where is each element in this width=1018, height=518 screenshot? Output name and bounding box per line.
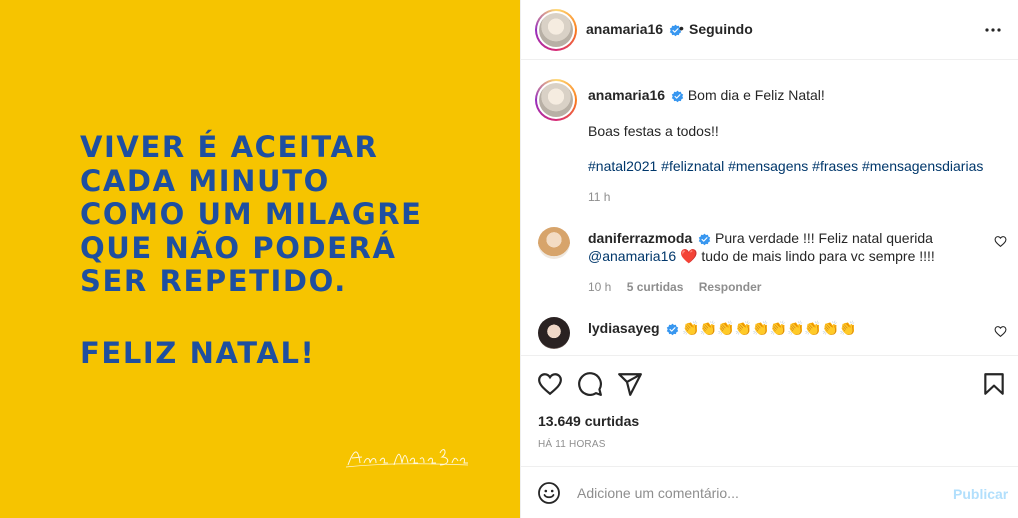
caption-line-2: Boas festas a todos!! xyxy=(588,123,719,139)
comment-body: Pura verdade !!! Feliz natal querida xyxy=(715,230,933,246)
publish-button[interactable]: Publicar xyxy=(953,486,1008,502)
comment-username[interactable]: daniferrazmoda xyxy=(588,230,692,246)
share-paper-plane-icon[interactable] xyxy=(617,371,643,397)
comment-avatar[interactable] xyxy=(538,227,570,259)
comment-likes[interactable]: 5 curtidas xyxy=(627,280,684,294)
caption-timestamp[interactable]: 11 h xyxy=(588,190,610,204)
comment-timestamp[interactable]: 10 h xyxy=(588,280,611,294)
post-actions: 13.649 curtidas HÁ 11 HORAS xyxy=(521,357,1018,467)
post-side-panel: anamaria16 • Seguindo anamaria16 Bom dia… xyxy=(520,0,1018,518)
caption-hashtags[interactable]: #natal2021 #feliznatal #mensagens #frase… xyxy=(588,157,998,175)
verified-badge-icon xyxy=(671,90,684,102)
likes-count[interactable]: 13.649 curtidas xyxy=(538,413,639,429)
comment-like-heart-icon[interactable] xyxy=(994,235,1007,248)
greeting-text: FELIZ NATAL! xyxy=(80,336,316,370)
comment-bubble-icon[interactable] xyxy=(577,371,603,397)
clapping-emojis: 👏👏👏👏👏👏👏👏👏👏 xyxy=(682,320,857,336)
quote-line: QUE NÃO PODERÁ xyxy=(80,230,397,265)
comment-text: lydiasayeg 👏👏👏👏👏👏👏👏👏👏 xyxy=(588,319,988,337)
red-heart-emoji: ❤️ xyxy=(680,248,698,264)
add-comment-bar: Publicar xyxy=(521,468,1018,518)
comment-meta: 10 h 5 curtidas Responder xyxy=(588,280,773,294)
quote-line: COMO UM MILAGRE xyxy=(80,197,423,231)
post-time-ago[interactable]: HÁ 11 HORAS xyxy=(538,439,606,450)
quote-line: CADA MINUTO xyxy=(80,163,330,198)
caption-avatar[interactable] xyxy=(535,79,577,121)
save-bookmark-icon[interactable] xyxy=(981,371,1007,397)
reply-button[interactable]: Responder xyxy=(699,280,762,294)
quote-text: VIVER É ACEITAR CADA MINUTO COMO UM MILA… xyxy=(80,130,423,299)
quote-line: VIVER É ACEITAR xyxy=(80,130,379,164)
verified-badge-icon xyxy=(698,233,711,245)
separator-dot: • xyxy=(679,20,684,36)
comment-avatar[interactable] xyxy=(538,317,570,349)
more-options-icon[interactable] xyxy=(981,20,1005,40)
comment-username[interactable]: lydiasayeg xyxy=(588,320,660,336)
caption-body: Bom dia e Feliz Natal! xyxy=(687,87,825,103)
comment-body-end: tudo de mais lindo para vc sempre !!!! xyxy=(701,248,935,264)
like-heart-icon[interactable] xyxy=(537,371,563,397)
post-header: anamaria16 • Seguindo xyxy=(521,0,1018,60)
comment-text: daniferrazmoda Pura verdade !!! Feliz na… xyxy=(588,229,988,265)
post-image[interactable]: VIVER É ACEITAR CADA MINUTO COMO UM MILA… xyxy=(0,0,520,518)
emoji-smiley-icon[interactable] xyxy=(537,481,561,505)
profile-avatar[interactable] xyxy=(535,9,577,51)
caption-text: anamaria16 Bom dia e Feliz Natal! Boas f… xyxy=(588,86,998,175)
header-username[interactable]: anamaria16 xyxy=(586,21,682,37)
signature-logo xyxy=(345,449,469,468)
comment-like-heart-icon[interactable] xyxy=(994,325,1007,338)
comments-section: anamaria16 Bom dia e Feliz Natal! Boas f… xyxy=(521,61,1018,356)
comment-mention[interactable]: @anamaria16 xyxy=(588,248,676,264)
following-button[interactable]: Seguindo xyxy=(689,21,753,37)
comment-input[interactable] xyxy=(577,482,937,504)
quote-line: SER REPETIDO. xyxy=(80,264,347,298)
verified-badge-icon xyxy=(666,323,678,335)
caption-username[interactable]: anamaria16 xyxy=(588,87,665,103)
